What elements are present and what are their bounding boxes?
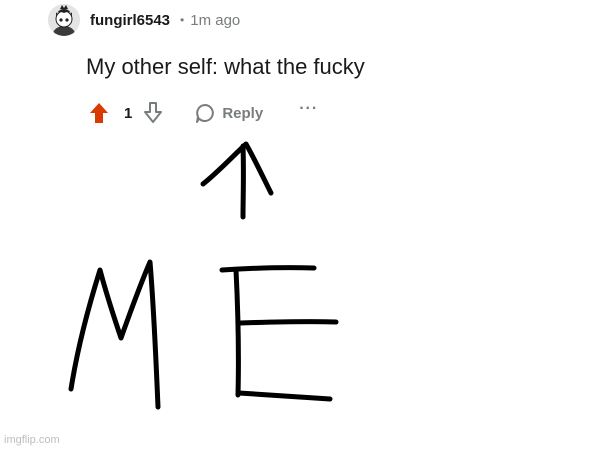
more-options-icon[interactable]: ··· <box>299 100 318 118</box>
username[interactable]: fungirl6543 <box>90 12 170 29</box>
watermark: imgflip.com <box>4 434 60 446</box>
upvote-arrow-icon[interactable] <box>88 101 110 125</box>
timestamp: 1m ago <box>190 11 241 29</box>
reply-button[interactable]: Reply <box>194 102 263 124</box>
comment-bubble-icon <box>194 102 216 124</box>
avatar-image <box>48 4 80 36</box>
downvote-arrow-icon[interactable] <box>142 101 164 125</box>
comment-body: My other self: what the fucky <box>86 54 365 79</box>
arrow-head <box>200 141 274 196</box>
letter-e-bottom <box>236 390 333 402</box>
comment-header: fungirl6543 • 1m ago <box>48 2 240 38</box>
meta-separator: • <box>180 13 185 27</box>
letter-e-middle <box>237 319 339 326</box>
avatar[interactable] <box>48 4 80 36</box>
reply-label: Reply <box>222 104 264 122</box>
letter-e-spine <box>233 267 241 398</box>
letter-m <box>68 259 161 410</box>
vote-count: 1 <box>124 104 133 122</box>
letter-e-top <box>219 265 317 273</box>
comment-action-bar: 1 Reply ··· <box>88 100 318 126</box>
